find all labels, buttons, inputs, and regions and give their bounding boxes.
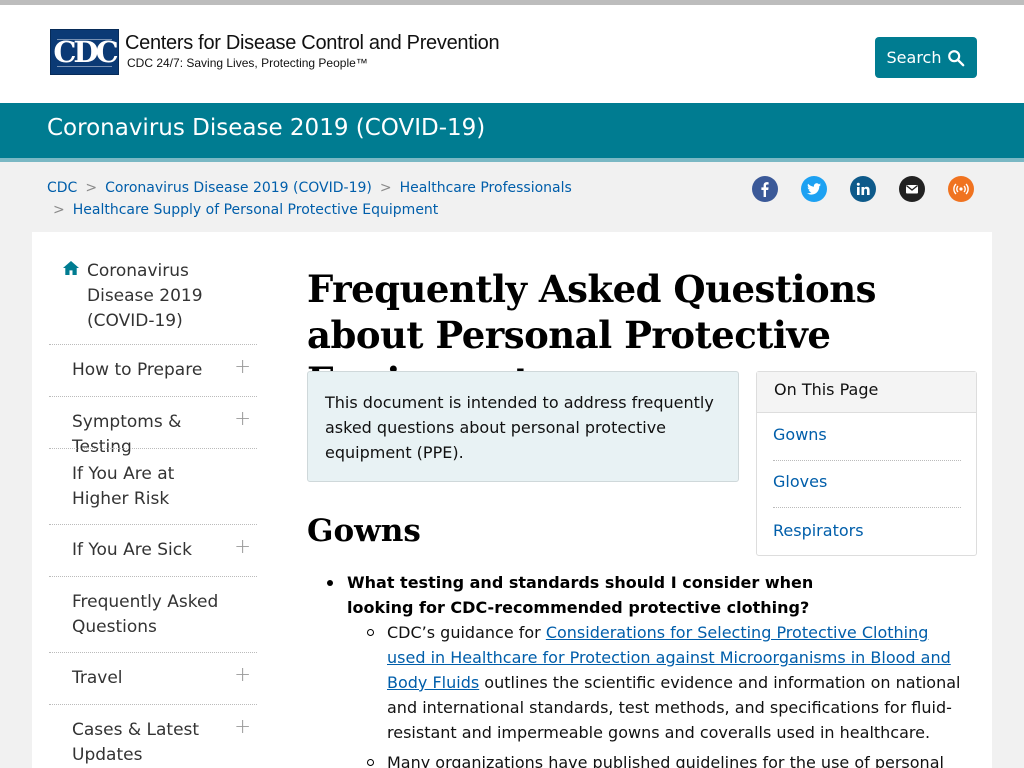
sidebar-item-label: How to Prepare	[72, 360, 203, 380]
sidebar-item-faq[interactable]: Frequently Asked Questions	[49, 576, 257, 652]
sidebar-item-label: If You Are Sick	[72, 540, 192, 560]
facebook-share-button[interactable]	[752, 176, 778, 202]
sidebar-item-if-you-are-sick[interactable]: If You Are Sick +	[49, 524, 257, 576]
on-this-page-link-respirators[interactable]: Respirators	[773, 521, 961, 540]
sidebar-item-label: Cases & Latest Updates	[72, 720, 200, 765]
intro-callout: This document is intended to address fre…	[307, 371, 739, 482]
org-name[interactable]: Centers for Disease Control and Preventi…	[125, 32, 500, 55]
sublist-bullet	[367, 759, 374, 766]
divider	[773, 507, 961, 508]
sidebar-item-symptoms-testing[interactable]: Symptoms & Testing +	[49, 396, 257, 457]
faq-question: What testing and standards should I cons…	[347, 573, 814, 617]
linkedin-icon	[856, 182, 870, 195]
linkedin-share-button[interactable]	[850, 176, 876, 202]
sidebar-item-label: Frequently Asked Questions	[72, 592, 219, 637]
on-this-page-link-gowns[interactable]: Gowns	[773, 425, 961, 444]
breadcrumb-link[interactable]: CDC	[47, 180, 77, 196]
faq-answer-partial: Many organizations have published guidel…	[387, 753, 944, 768]
faq-answer: CDC’s guidance for Considerations for Se…	[387, 620, 969, 745]
site-title-underline	[0, 158, 1024, 162]
expand-icon[interactable]: +	[234, 356, 251, 376]
sidebar-item-higher-risk[interactable]: If You Are at Higher Risk	[49, 448, 257, 524]
org-tagline: CDC 24/7: Saving Lives, Protecting Peopl…	[127, 56, 368, 70]
sidebar-item-label: Travel	[72, 668, 123, 688]
answer-text: CDC’s guidance for	[387, 623, 546, 642]
breadcrumb-separator: >	[53, 202, 65, 218]
sidebar-item-travel[interactable]: Travel +	[49, 652, 257, 704]
logo-text: CDC	[53, 35, 118, 69]
twitter-share-button[interactable]	[801, 176, 827, 202]
sidebar-home-link[interactable]: Coronavirus Disease 2019 (COVID-19)	[87, 259, 237, 334]
section-heading-gowns: Gowns	[307, 513, 421, 549]
expand-icon[interactable]: +	[234, 664, 251, 684]
site-title[interactable]: Coronavirus Disease 2019 (COVID-19)	[47, 115, 485, 141]
syndicate-icon	[953, 183, 969, 195]
divider	[773, 460, 961, 461]
breadcrumb-separator: >	[379, 180, 392, 196]
sidebar-item-cases-updates[interactable]: Cases & Latest Updates +	[49, 704, 257, 768]
breadcrumb: CDC > Coronavirus Disease 2019 (COVID-19) >…	[47, 177, 607, 221]
sublist-bullet	[367, 629, 374, 636]
breadcrumb-link[interactable]: Healthcare Professionals	[400, 180, 572, 196]
breadcrumb-link[interactable]: Coronavirus Disease 2019 (COVID-19)	[105, 180, 372, 196]
on-this-page-heading: On This Page	[757, 372, 976, 413]
list-bullet	[327, 580, 333, 586]
search-icon	[948, 49, 965, 66]
breadcrumb-separator: >	[85, 180, 98, 196]
home-icon[interactable]	[62, 259, 80, 281]
on-this-page-link-gloves[interactable]: Gloves	[773, 472, 961, 491]
syndicate-share-button[interactable]	[948, 176, 974, 202]
email-icon	[906, 185, 918, 194]
expand-icon[interactable]: +	[234, 536, 251, 556]
sidebar-item-label: If You Are at Higher Risk	[72, 464, 175, 509]
on-this-page-box: On This Page Gowns Gloves Respirators	[756, 371, 977, 556]
expand-icon[interactable]: +	[234, 408, 251, 428]
search-button-label: Search	[886, 48, 942, 67]
expand-icon[interactable]: +	[234, 716, 251, 736]
search-button[interactable]: Search	[875, 37, 977, 78]
facebook-icon	[761, 182, 769, 197]
sidebar-item-how-to-prepare[interactable]: How to Prepare +	[49, 344, 257, 396]
breadcrumb-link[interactable]: Healthcare Supply of Personal Protective…	[73, 202, 439, 218]
twitter-icon	[807, 183, 821, 195]
cdc-logo[interactable]: CDC	[50, 29, 119, 75]
email-share-button[interactable]	[899, 176, 925, 202]
